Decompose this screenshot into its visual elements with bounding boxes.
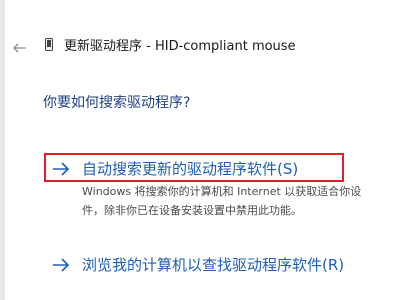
window-title: 更新驱动程序 - HID-compliant mouse <box>64 39 296 54</box>
auto-search-label[interactable]: 自动搜索更新的驱动程序软件(S) <box>82 158 298 179</box>
description-line: Windows 将搜索你的计算机和 Internet 以获取适合你设 <box>82 185 362 198</box>
right-arrow-icon <box>52 257 70 276</box>
back-arrow-icon[interactable] <box>13 38 27 53</box>
device-icon <box>45 36 53 51</box>
page-heading: 你要如何搜索驱动程序? <box>43 95 191 111</box>
right-arrow-icon <box>52 161 70 180</box>
browse-computer-label[interactable]: 浏览我的计算机以查找驱动程序软件(R) <box>82 254 344 275</box>
description-line: 件，除非你已在设备安装设置中禁用此功能。 <box>82 204 302 217</box>
auto-search-description: Windows 将搜索你的计算机和 Internet 以获取适合你设 件，除非你… <box>82 182 400 220</box>
title-bar: 更新驱动程序 - HID-compliant mouse <box>0 30 400 56</box>
